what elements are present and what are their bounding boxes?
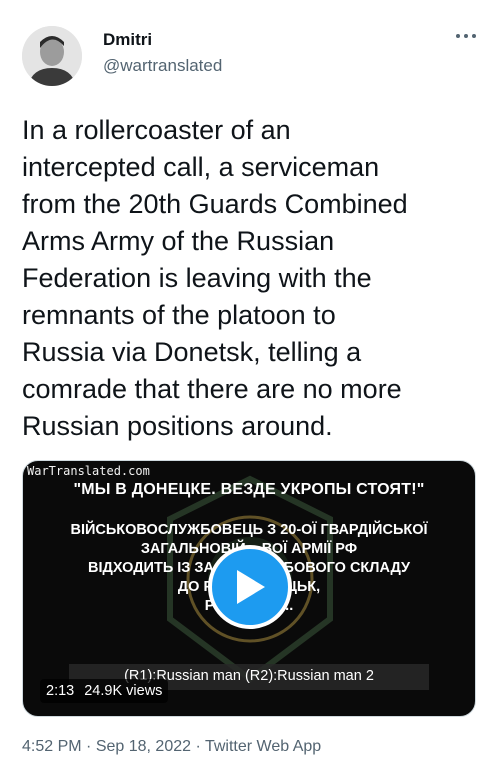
author-handle[interactable]: @wartranslated [103, 56, 222, 76]
video-player[interactable]: WarTranslated.com "МЫ В ДОНЕЦКЕ. ВЕЗДЕ У… [22, 460, 476, 717]
tweet-meta: 4:52 PM · Sep 18, 2022 · Twitter Web App [22, 738, 321, 756]
meta-separator: · [81, 738, 96, 755]
tweet-text: In a rollercoaster of an intercepted cal… [22, 115, 408, 441]
video-duration: 2:13 [46, 683, 75, 699]
avatar-image [22, 26, 82, 86]
tweet-date[interactable]: Sep 18, 2022 [96, 738, 191, 755]
more-options-button[interactable] [452, 26, 480, 46]
video-views: 24.9K views [84, 683, 163, 699]
more-icon [456, 34, 476, 38]
tweet-time[interactable]: 4:52 PM [22, 738, 82, 755]
video-stats-badge: 2:13 24.9K views [40, 679, 169, 703]
play-icon [237, 570, 265, 604]
meta-separator: · [191, 738, 205, 755]
play-button[interactable] [208, 545, 292, 629]
author-name[interactable]: Dmitri [103, 30, 152, 50]
tweet-source[interactable]: Twitter Web App [205, 738, 321, 755]
video-watermark: WarTranslated.com [27, 464, 150, 478]
avatar[interactable] [22, 26, 82, 86]
video-headline: "МЫ В ДОНЕЦКЕ. ВЕЗДЕ УКРОПЫ СТОЯТ!" [73, 481, 425, 498]
